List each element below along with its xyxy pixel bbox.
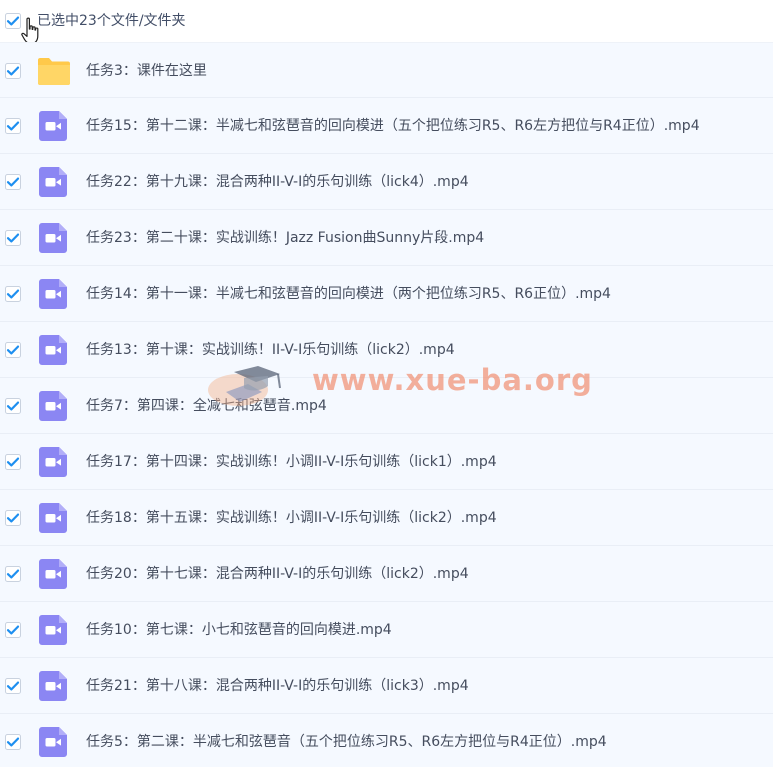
checkbox-checked-icon[interactable] — [5, 734, 21, 750]
video-file-icon — [39, 671, 67, 701]
checkbox-checked-icon[interactable] — [5, 118, 21, 134]
file-name[interactable]: 任务15：第十二课：半减七和弦琶音的回向模进（五个把位练习R5、R6左方把位与R… — [86, 116, 700, 136]
file-row[interactable]: 任务20：第十七课：混合两种II-V-I的乐句训练（lick2）.mp4 — [0, 546, 773, 602]
file-row[interactable]: 任务23：第二十课：实战训练！Jazz Fusion曲Sunny片段.mp4 — [0, 210, 773, 266]
file-row[interactable]: 任务15：第十二课：半减七和弦琶音的回向模进（五个把位练习R5、R6左方把位与R… — [0, 98, 773, 154]
video-file-icon — [39, 391, 67, 421]
video-file-icon — [39, 447, 67, 477]
file-name[interactable]: 任务5：第二课：半减七和弦琶音（五个把位练习R5、R6左方把位与R4正位）.mp… — [86, 732, 607, 752]
file-name[interactable]: 任务14：第十一课：半减七和弦琶音的回向模进（两个把位练习R5、R6正位）.mp… — [86, 284, 611, 304]
checkbox-checked-icon[interactable] — [5, 174, 21, 190]
checkbox-checked-icon[interactable] — [5, 398, 21, 414]
file-name[interactable]: 任务21：第十八课：混合两种II-V-I的乐句训练（lick3）.mp4 — [86, 676, 469, 696]
video-file-icon — [39, 559, 67, 589]
checkbox-checked-icon[interactable] — [5, 63, 21, 79]
select-all-checkbox-icon[interactable] — [5, 13, 21, 29]
file-row[interactable]: 任务18：第十五课：实战训练！小调II-V-I乐句训练（lick2）.mp4 — [0, 490, 773, 546]
selection-header: 已选中23个文件/文件夹 — [0, 0, 773, 44]
file-name[interactable]: 任务7：第四课：全减七和弦琶音.mp4 — [86, 396, 327, 416]
file-row[interactable]: 任务17：第十四课：实战训练！小调II-V-I乐句训练（lick1）.mp4 — [0, 434, 773, 490]
file-name[interactable]: 任务10：第七课：小七和弦琶音的回向模进.mp4 — [86, 620, 392, 640]
file-list-window: 已选中23个文件/文件夹 任务3：课件在这里任务15：第十二课：半减七和弦琶音的… — [0, 0, 773, 767]
file-name[interactable]: 任务23：第二十课：实战训练！Jazz Fusion曲Sunny片段.mp4 — [86, 228, 484, 248]
file-name[interactable]: 任务18：第十五课：实战训练！小调II-V-I乐句训练（lick2）.mp4 — [86, 508, 497, 528]
checkbox-checked-icon[interactable] — [5, 566, 21, 582]
checkbox-checked-icon[interactable] — [5, 678, 21, 694]
file-name[interactable]: 任务17：第十四课：实战训练！小调II-V-I乐句训练（lick1）.mp4 — [86, 452, 497, 472]
video-file-icon — [39, 111, 67, 141]
file-name[interactable]: 任务22：第十九课：混合两种II-V-I的乐句训练（lick4）.mp4 — [86, 172, 469, 192]
file-list: 任务3：课件在这里任务15：第十二课：半减七和弦琶音的回向模进（五个把位练习R5… — [0, 42, 773, 767]
hand-cursor-icon — [21, 17, 39, 44]
file-row[interactable]: 任务5：第二课：半减七和弦琶音（五个把位练习R5、R6左方把位与R4正位）.mp… — [0, 714, 773, 767]
checkbox-checked-icon[interactable] — [5, 510, 21, 526]
checkbox-checked-icon[interactable] — [5, 342, 21, 358]
file-row[interactable]: 任务22：第十九课：混合两种II-V-I的乐句训练（lick4）.mp4 — [0, 154, 773, 210]
video-file-icon — [39, 167, 67, 197]
checkbox-checked-icon[interactable] — [5, 230, 21, 246]
folder-icon — [38, 58, 70, 85]
checkbox-checked-icon[interactable] — [5, 454, 21, 470]
video-file-icon — [39, 223, 67, 253]
video-file-icon — [39, 503, 67, 533]
video-file-icon — [39, 615, 67, 645]
checkbox-checked-icon[interactable] — [5, 622, 21, 638]
selection-count-label: 已选中23个文件/文件夹 — [37, 13, 186, 29]
video-file-icon — [39, 279, 67, 309]
folder-row[interactable]: 任务3：课件在这里 — [0, 42, 773, 98]
file-name[interactable]: 任务3：课件在这里 — [86, 61, 207, 81]
checkbox-checked-icon[interactable] — [5, 286, 21, 302]
file-name[interactable]: 任务20：第十七课：混合两种II-V-I的乐句训练（lick2）.mp4 — [86, 564, 469, 584]
file-row[interactable]: 任务10：第七课：小七和弦琶音的回向模进.mp4 — [0, 602, 773, 658]
file-row[interactable]: 任务7：第四课：全减七和弦琶音.mp4 — [0, 378, 773, 434]
video-file-icon — [39, 335, 67, 365]
file-row[interactable]: 任务14：第十一课：半减七和弦琶音的回向模进（两个把位练习R5、R6正位）.mp… — [0, 266, 773, 322]
file-name[interactable]: 任务13：第十课：实战训练！II-V-I乐句训练（lick2）.mp4 — [86, 340, 455, 360]
file-row[interactable]: 任务21：第十八课：混合两种II-V-I的乐句训练（lick3）.mp4 — [0, 658, 773, 714]
video-file-icon — [39, 727, 67, 757]
file-row[interactable]: 任务13：第十课：实战训练！II-V-I乐句训练（lick2）.mp4 — [0, 322, 773, 378]
